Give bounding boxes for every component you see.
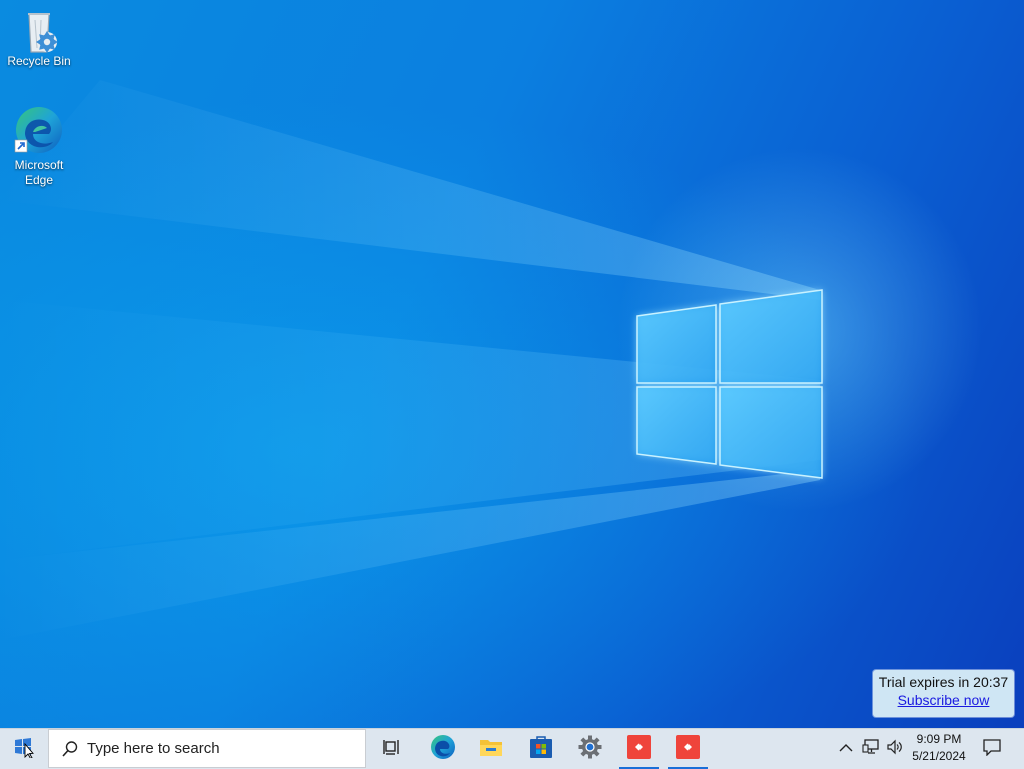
chevron-up-icon <box>839 740 853 758</box>
taskbar: Type here to search 9:09 PM 5/21/2024 <box>0 728 1024 769</box>
windows-logo-wallpaper <box>636 289 823 479</box>
search-placeholder: Type here to search <box>87 740 220 757</box>
taskbar-app-edge[interactable] <box>422 729 464 769</box>
recycle-bin-icon <box>13 8 65 60</box>
show-hidden-icons-button[interactable] <box>836 729 856 769</box>
desktop: Recycle Bin Microsoft Edge Trial expires… <box>0 0 1024 728</box>
anydesk-icon <box>676 734 700 764</box>
desktop-icon-microsoft-edge[interactable]: Microsoft Edge <box>4 104 74 188</box>
taskbar-app-anydesk-2[interactable] <box>668 729 708 769</box>
store-icon <box>529 735 553 764</box>
desktop-icon-label: Microsoft Edge <box>14 158 64 187</box>
action-center-button[interactable] <box>978 729 1006 769</box>
edge-icon <box>430 734 456 765</box>
taskbar-app-store[interactable] <box>520 729 562 769</box>
network-button[interactable] <box>860 729 882 769</box>
notification-icon <box>982 738 1002 761</box>
trial-expiry-text: Trial expires in 20:37 <box>878 674 1009 690</box>
taskbar-search-box[interactable]: Type here to search <box>48 729 366 768</box>
network-icon <box>862 738 880 760</box>
taskbar-app-settings[interactable] <box>569 729 611 769</box>
subscribe-now-link[interactable]: Subscribe now <box>873 692 1014 708</box>
edge-icon <box>13 104 65 156</box>
search-icon <box>61 740 79 758</box>
clock-time: 9:09 PM <box>916 732 962 746</box>
task-view-button[interactable] <box>372 729 412 769</box>
trial-notice: Trial expires in 20:37 Subscribe now <box>873 670 1014 717</box>
task-view-icon <box>382 737 402 762</box>
start-button[interactable] <box>0 729 48 769</box>
volume-icon <box>886 739 904 760</box>
clock-date: 5/21/2024 <box>912 749 966 763</box>
anydesk-icon <box>627 734 651 764</box>
volume-button[interactable] <box>884 729 906 769</box>
windows-start-icon <box>13 736 35 763</box>
settings-gear-icon <box>578 735 602 764</box>
desktop-icon-recycle-bin[interactable]: Recycle Bin <box>4 8 74 69</box>
folder-icon <box>479 736 503 763</box>
taskbar-app-anydesk-1[interactable] <box>619 729 659 769</box>
taskbar-clock[interactable]: 9:09 PM 5/21/2024 <box>906 731 972 765</box>
taskbar-app-file-explorer[interactable] <box>470 729 512 769</box>
